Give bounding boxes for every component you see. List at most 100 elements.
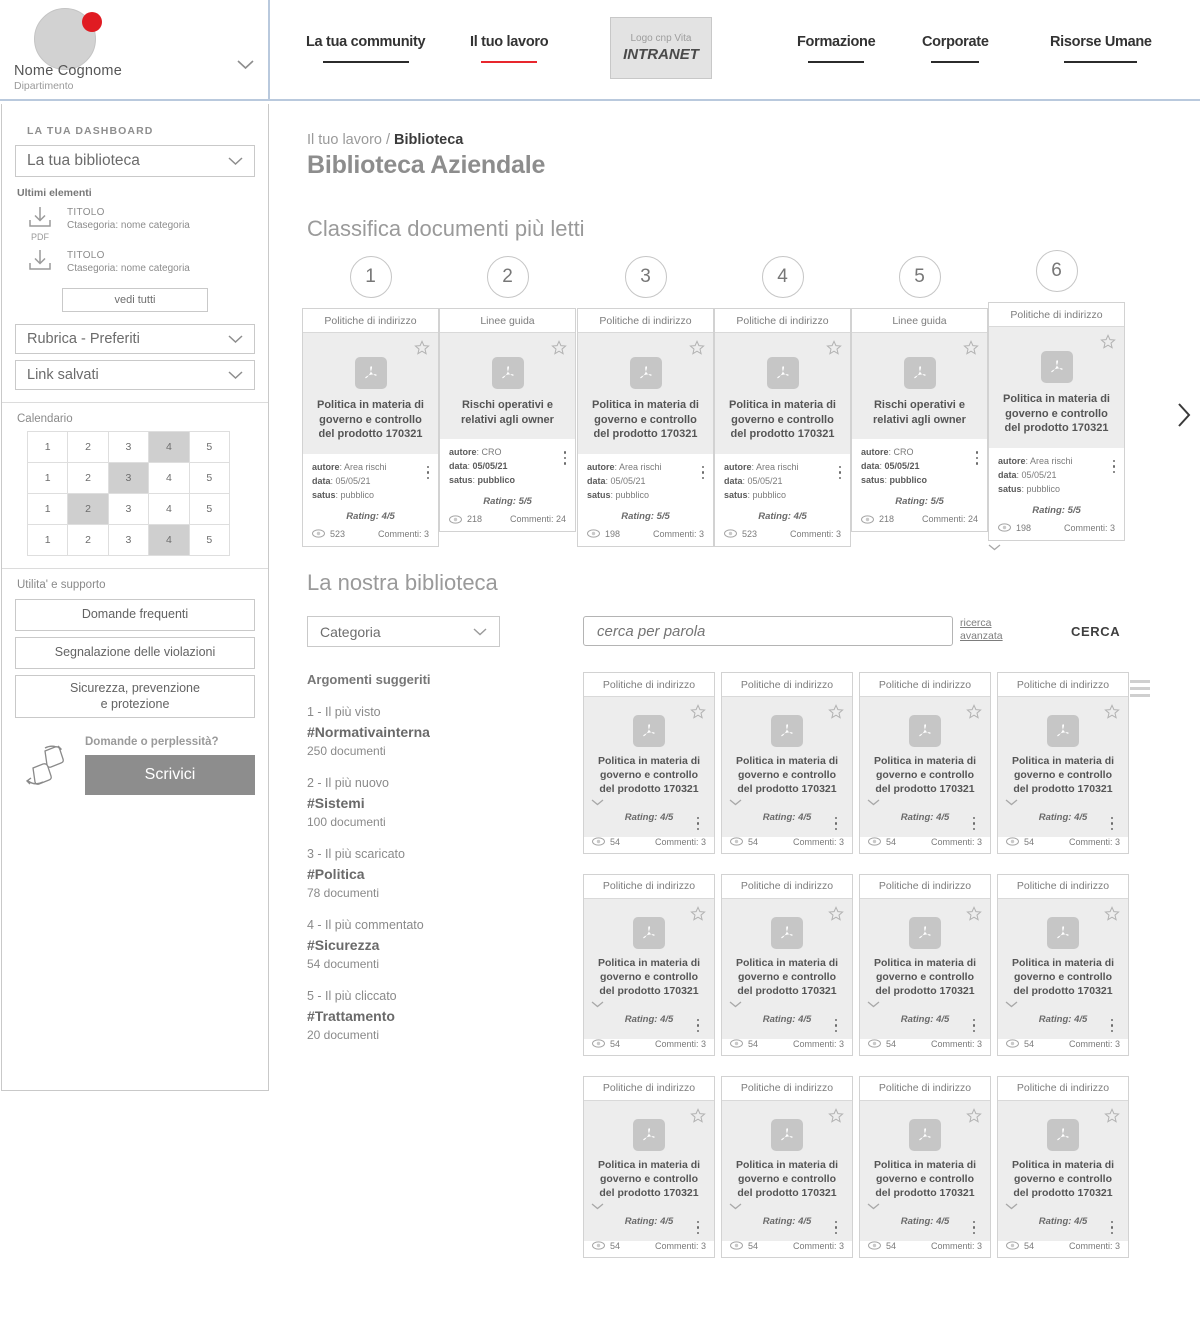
more-options-icon[interactable] — [701, 463, 704, 483]
topic-item[interactable]: 1 - Il più visto #Normativainterna 250 d… — [307, 705, 547, 758]
document-card[interactable]: Politiche di indirizzo Politica in mater… — [859, 873, 991, 1056]
favorite-star-icon[interactable] — [690, 704, 706, 720]
more-options-icon[interactable] — [696, 814, 699, 834]
chevron-down-icon[interactable] — [591, 1203, 707, 1210]
chevron-down-icon[interactable] — [729, 1203, 845, 1210]
calendar-cell[interactable]: 4 — [148, 462, 190, 494]
favorite-star-icon[interactable] — [966, 704, 982, 720]
more-options-icon[interactable] — [834, 1218, 837, 1238]
favorite-star-icon[interactable] — [828, 1107, 844, 1124]
more-options-icon[interactable] — [563, 448, 566, 468]
topic-item[interactable]: 3 - Il più scaricato #Politica 78 docume… — [307, 847, 547, 900]
topic-tag[interactable]: #Sistemi — [307, 795, 547, 811]
favorite-star-icon[interactable] — [828, 905, 844, 922]
calendar[interactable]: 12345123451234512345 — [26, 431, 231, 556]
list-item[interactable]: PDF TITOLO Ctasegoria: nome categoria — [21, 205, 255, 242]
list-item[interactable]: TITOLO Ctasegoria: nome categoria — [21, 248, 255, 274]
nav-item-formazione[interactable]: Formazione — [797, 34, 876, 63]
write-to-us-button[interactable]: Scrivici — [85, 755, 255, 796]
logo[interactable]: Logo cnp Vita INTRANET — [610, 17, 712, 79]
chevron-down-icon[interactable] — [729, 799, 845, 806]
calendar-cell[interactable]: 5 — [188, 462, 231, 494]
calendar-cell[interactable]: 1 — [26, 493, 69, 525]
list-view-icon[interactable] — [1130, 680, 1150, 697]
calendar-cell[interactable]: 1 — [26, 431, 69, 463]
favorite-star-icon[interactable] — [414, 340, 430, 356]
more-options-icon[interactable] — [696, 1016, 699, 1036]
carousel-next-button[interactable] — [1176, 402, 1192, 428]
nav-item-il-tuo-lavoro[interactable]: Il tuo lavoro — [470, 34, 549, 63]
calendar-cell[interactable]: 2 — [67, 493, 109, 525]
favorite-star-icon[interactable] — [551, 340, 567, 356]
nav-item-risorse-umane[interactable]: Risorse Umane — [1050, 34, 1152, 63]
more-options-icon[interactable] — [972, 814, 975, 834]
document-card[interactable]: Politiche di indirizzo Politica in mater… — [988, 302, 1125, 541]
calendar-cell[interactable]: 5 — [188, 493, 231, 525]
chevron-down-icon[interactable] — [1005, 799, 1121, 806]
chevron-down-icon[interactable] — [1005, 1001, 1121, 1008]
topic-item[interactable]: 2 - Il più nuovo #Sistemi 100 documenti — [307, 776, 547, 829]
favorite-star-icon[interactable] — [963, 340, 979, 356]
topic-tag[interactable]: #Sicurezza — [307, 937, 547, 953]
calendar-cell[interactable]: 5 — [188, 431, 231, 463]
category-select[interactable]: Categoria — [307, 616, 500, 647]
calendar-cell[interactable]: 4 — [148, 431, 190, 463]
more-options-icon[interactable] — [1110, 1218, 1113, 1238]
document-card[interactable]: Politiche di indirizzo Politica in mater… — [721, 1075, 853, 1258]
more-options-icon[interactable] — [834, 1016, 837, 1036]
chevron-down-icon[interactable] — [591, 1001, 707, 1008]
avatar[interactable] — [34, 8, 102, 70]
document-card[interactable]: Politiche di indirizzo Politica in mater… — [997, 873, 1129, 1056]
rubrica-preferiti-select[interactable]: Rubrica - Preferiti — [15, 324, 255, 354]
breadcrumb-parent[interactable]: Il tuo lavoro / — [307, 132, 394, 148]
document-card[interactable]: Politiche di indirizzo Politica in mater… — [997, 672, 1129, 854]
calendar-cell[interactable]: 3 — [107, 524, 150, 556]
favorite-star-icon[interactable] — [690, 905, 706, 922]
document-card[interactable]: Politiche di indirizzo Politica in mater… — [583, 873, 715, 1056]
more-options-icon[interactable] — [838, 463, 841, 483]
calendar-cell[interactable]: 4 — [148, 524, 190, 556]
favorite-star-icon[interactable] — [966, 905, 982, 922]
favorite-star-icon[interactable] — [826, 340, 842, 356]
more-options-icon[interactable] — [1110, 1016, 1113, 1036]
more-options-icon[interactable] — [972, 1218, 975, 1238]
calendar-cell[interactable]: 1 — [26, 524, 69, 556]
chevron-down-icon[interactable] — [867, 1001, 983, 1008]
document-card[interactable]: Politiche di indirizzo Politica in mater… — [577, 308, 714, 547]
calendar-cell[interactable]: 2 — [67, 524, 109, 556]
topic-tag[interactable]: #Normativainterna — [307, 724, 547, 740]
search-button[interactable]: CERCA — [1071, 624, 1120, 639]
favorite-star-icon[interactable] — [1104, 905, 1120, 922]
chevron-down-icon[interactable] — [591, 799, 707, 806]
more-options-icon[interactable] — [426, 463, 429, 483]
document-card[interactable]: Politiche di indirizzo Politica in mater… — [721, 672, 853, 854]
document-card[interactable]: Politiche di indirizzo Politica in mater… — [997, 1075, 1129, 1258]
favorite-star-icon[interactable] — [966, 1107, 982, 1124]
topic-item[interactable]: 5 - Il più cliccato #Trattamento 20 docu… — [307, 989, 547, 1042]
more-options-icon[interactable] — [972, 1016, 975, 1036]
calendar-cell[interactable]: 3 — [107, 493, 150, 525]
more-options-icon[interactable] — [834, 814, 837, 834]
calendar-cell[interactable]: 2 — [67, 462, 109, 494]
user-profile-block[interactable]: Nome Cognome Dipartimento — [0, 0, 270, 101]
calendar-cell[interactable]: 3 — [107, 462, 150, 494]
more-options-icon[interactable] — [1112, 457, 1115, 477]
report-violations-button[interactable]: Segnalazione delle violazioni — [15, 637, 255, 669]
calendar-cell[interactable]: 2 — [67, 431, 109, 463]
document-card[interactable]: Politiche di indirizzo Politica in mater… — [859, 672, 991, 854]
see-all-button[interactable]: vedi tutti — [62, 288, 208, 312]
more-options-icon[interactable] — [975, 448, 978, 468]
calendar-cell[interactable]: 5 — [188, 524, 231, 556]
chevron-down-icon[interactable] — [867, 799, 983, 806]
nav-item-la-tua-community[interactable]: La tua community — [306, 34, 426, 63]
favorite-star-icon[interactable] — [690, 1107, 706, 1124]
document-card[interactable]: Politiche di indirizzo Politica in mater… — [302, 308, 439, 547]
topic-tag[interactable]: #Politica — [307, 866, 547, 882]
chevron-down-icon[interactable] — [729, 1001, 845, 1008]
more-options-icon[interactable] — [1110, 814, 1113, 834]
favorite-star-icon[interactable] — [1100, 334, 1116, 350]
document-card[interactable]: Politiche di indirizzo Politica in mater… — [721, 873, 853, 1056]
chevron-down-icon[interactable] — [867, 1203, 983, 1210]
calendar-cell[interactable]: 4 — [148, 493, 190, 525]
link-salvati-select[interactable]: Link salvati — [15, 360, 255, 390]
